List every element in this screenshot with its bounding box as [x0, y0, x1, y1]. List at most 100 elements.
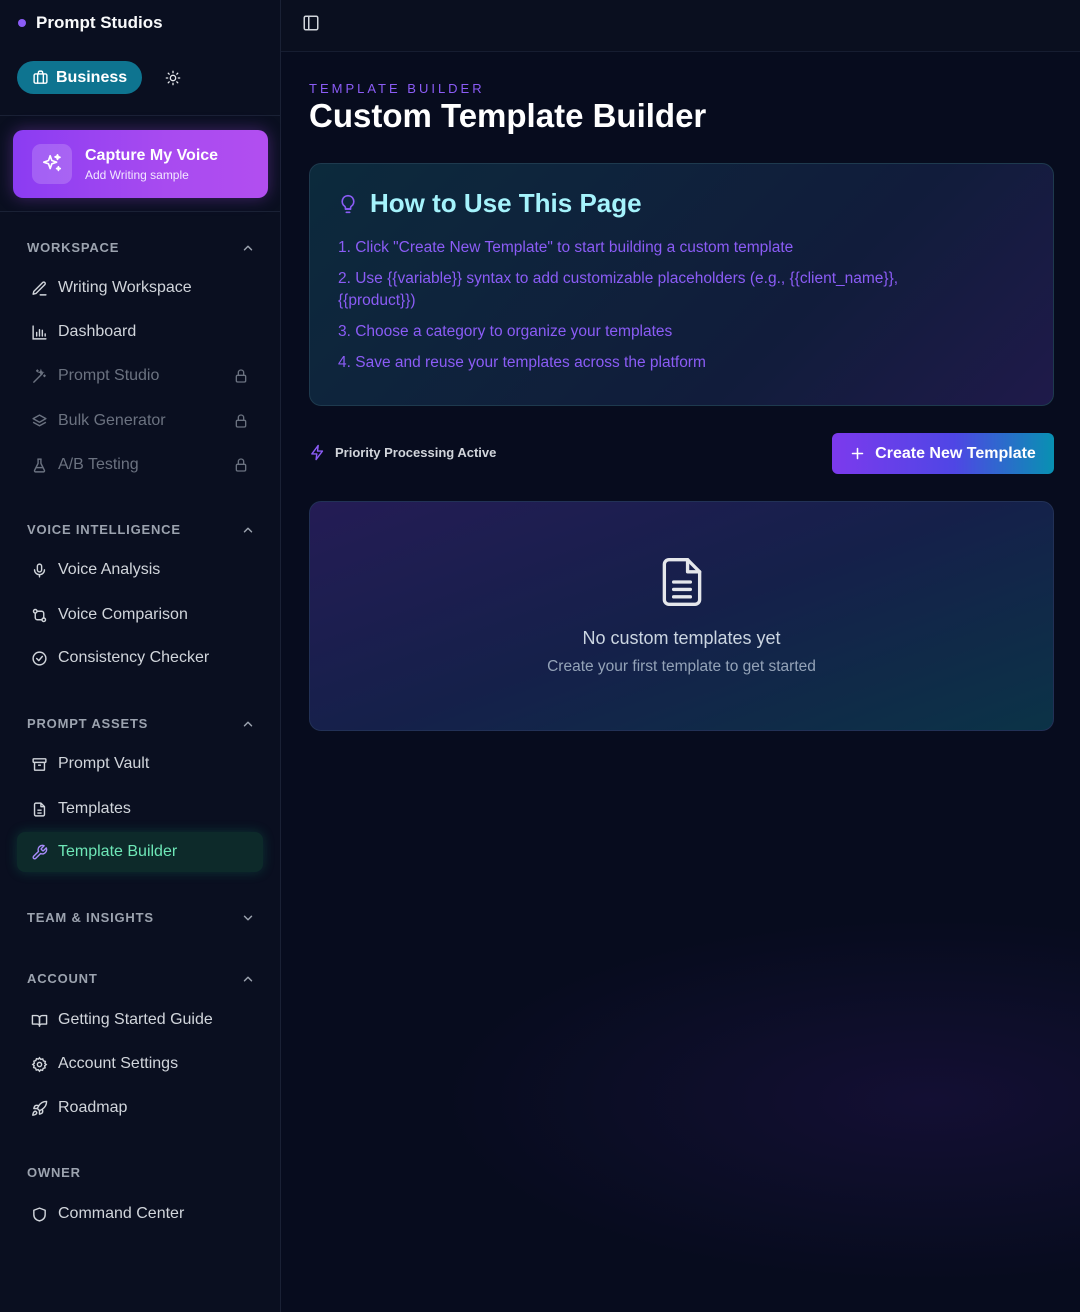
- how-to-step: 1. Click "Create New Template" to start …: [338, 239, 794, 256]
- sidebar-item-label: Prompt Studio: [58, 367, 160, 384]
- sidebar-item-label: Bulk Generator: [58, 412, 166, 429]
- bar-chart-icon: [32, 324, 47, 340]
- git-compare-icon: [32, 608, 47, 622]
- sidebar-item-prompt-studio[interactable]: Prompt Studio: [17, 356, 263, 396]
- page-title: Custom Template Builder: [309, 97, 707, 134]
- sidebar-item-label: Template Builder: [58, 843, 178, 860]
- microphone-icon: [33, 562, 46, 578]
- create-template-label: Create New Template: [875, 444, 1036, 462]
- section-title: OWNER: [27, 1165, 81, 1180]
- sidebar-item-voice-comparison[interactable]: Voice Comparison: [17, 595, 263, 635]
- empty-state: No custom templates yet Create your firs…: [309, 501, 1054, 731]
- capture-text: Capture My Voice Add Writing sample: [85, 147, 218, 182]
- capture-voice-button[interactable]: Capture My Voice Add Writing sample: [13, 130, 268, 198]
- shield-icon: [33, 1206, 46, 1222]
- page-kicker: TEMPLATE BUILDER: [309, 81, 485, 96]
- sidebar-item-label: Templates: [58, 800, 131, 817]
- how-to-title: How to Use This Page: [370, 188, 642, 218]
- main-content: TEMPLATE BUILDER Custom Template Builder…: [281, 0, 1080, 1312]
- sidebar-item-label: Voice Comparison: [58, 606, 188, 623]
- section-title: TEAM & INSIGHTS: [27, 910, 154, 925]
- app-root: Prompt Studios Business Capture My Voice…: [0, 0, 1080, 1312]
- section-title: VOICE INTELLIGENCE: [27, 522, 181, 537]
- section-owner-header: OWNER: [27, 1165, 255, 1180]
- chevron-up-icon: [243, 721, 253, 726]
- gear-icon: [31, 1056, 48, 1072]
- sidebar-item-templates[interactable]: Templates: [17, 789, 263, 829]
- sidebar-item-label: Consistency Checker: [58, 649, 210, 666]
- plus-icon: [851, 447, 864, 460]
- archive-icon: [32, 757, 47, 771]
- section-assets-header[interactable]: PROMPT ASSETS: [27, 716, 255, 731]
- sparkles-icon: [42, 154, 62, 172]
- sidebar-item-consistency-checker[interactable]: Consistency Checker: [17, 638, 263, 678]
- how-to-title-row: How to Use This Page: [338, 188, 1025, 219]
- capture-subtitle: Add Writing sample: [85, 167, 189, 182]
- section-team-header[interactable]: TEAM & INSIGHTS: [27, 910, 255, 925]
- sidebar-item-label: Voice Analysis: [58, 561, 161, 578]
- brand[interactable]: Prompt Studios: [18, 13, 163, 33]
- sidebar-item-ab-testing[interactable]: A/B Testing: [17, 445, 263, 485]
- lock-icon: [235, 414, 247, 428]
- sidebar-item-dashboard[interactable]: Dashboard: [17, 312, 263, 352]
- layers-icon: [32, 413, 47, 426]
- chevron-up-icon: [243, 245, 253, 250]
- brand-name: Prompt Studios: [36, 13, 163, 32]
- how-to-step: 4. Save and reuse your templates across …: [338, 354, 706, 371]
- sidebar-toggle-icon[interactable]: [302, 14, 320, 32]
- chevron-up-icon: [243, 527, 253, 532]
- chevron-down-icon: [243, 915, 253, 920]
- flask-icon: [33, 457, 46, 473]
- sun-icon: [165, 70, 181, 85]
- lightning-icon: [311, 444, 324, 461]
- section-workspace-header[interactable]: WORKSPACE: [27, 240, 255, 255]
- magic-wand-icon: [33, 368, 46, 383]
- how-to-steps: 1. Click "Create New Template" to start …: [338, 237, 1025, 374]
- how-to-step: 2. Use {{variable}} syntax to add custom…: [338, 270, 899, 309]
- section-title: PROMPT ASSETS: [27, 716, 149, 731]
- sidebar-item-command-center[interactable]: Command Center: [17, 1194, 263, 1234]
- how-to-step: 3. Choose a category to organize your te…: [338, 323, 673, 340]
- plan-label: Business: [56, 68, 128, 86]
- sidebar-item-prompt-vault[interactable]: Prompt Vault: [17, 744, 263, 784]
- briefcase-icon: [33, 70, 48, 84]
- sidebar: Prompt Studios Business Capture My Voice…: [0, 0, 281, 1312]
- sidebar-item-label: Getting Started Guide: [58, 1011, 213, 1028]
- create-template-button[interactable]: Create New Template: [832, 433, 1054, 474]
- sidebar-item-getting-started[interactable]: Getting Started Guide: [17, 1000, 263, 1040]
- document-icon: [662, 558, 701, 606]
- plan-badge[interactable]: Business: [17, 61, 143, 94]
- sidebar-item-label: Prompt Vault: [58, 755, 150, 772]
- section-voice-header[interactable]: VOICE INTELLIGENCE: [27, 522, 255, 537]
- sidebar-item-label: Roadmap: [58, 1099, 128, 1116]
- lock-icon: [235, 458, 247, 472]
- section-title: ACCOUNT: [27, 971, 98, 986]
- capture-icon-wrap: [32, 144, 72, 184]
- priority-status-label: Priority Processing Active: [335, 445, 497, 460]
- check-circle-icon: [32, 650, 47, 666]
- sidebar-item-voice-analysis[interactable]: Voice Analysis: [17, 550, 263, 590]
- brand-dot-icon: [18, 19, 26, 27]
- sidebar-item-account-settings[interactable]: Account Settings: [17, 1044, 263, 1084]
- rocket-icon: [32, 1100, 48, 1116]
- sidebar-divider: [0, 211, 280, 212]
- empty-state-title: No custom templates yet: [582, 628, 781, 648]
- plan-row: Business: [17, 61, 184, 94]
- file-text-icon: [33, 801, 46, 817]
- sidebar-item-bulk-generator[interactable]: Bulk Generator: [17, 401, 263, 441]
- capture-title: Capture My Voice: [85, 146, 219, 164]
- sidebar-item-template-builder[interactable]: Template Builder: [17, 832, 263, 872]
- how-to-panel: How to Use This Page 1. Click "Create Ne…: [309, 163, 1054, 406]
- theme-toggle[interactable]: [162, 67, 184, 89]
- sidebar-item-label: A/B Testing: [58, 456, 139, 473]
- section-account-header[interactable]: ACCOUNT: [27, 971, 255, 986]
- book-open-icon: [31, 1014, 48, 1027]
- sidebar-item-label: Command Center: [58, 1205, 185, 1222]
- chevron-up-icon: [243, 976, 253, 981]
- lock-icon: [235, 369, 247, 383]
- empty-state-subtitle: Create your first template to get starte…: [547, 658, 816, 675]
- sidebar-item-writing-workspace[interactable]: Writing Workspace: [17, 268, 263, 308]
- section-title: WORKSPACE: [27, 240, 120, 255]
- sidebar-item-roadmap[interactable]: Roadmap: [17, 1088, 263, 1128]
- lightbulb-icon: [341, 194, 355, 213]
